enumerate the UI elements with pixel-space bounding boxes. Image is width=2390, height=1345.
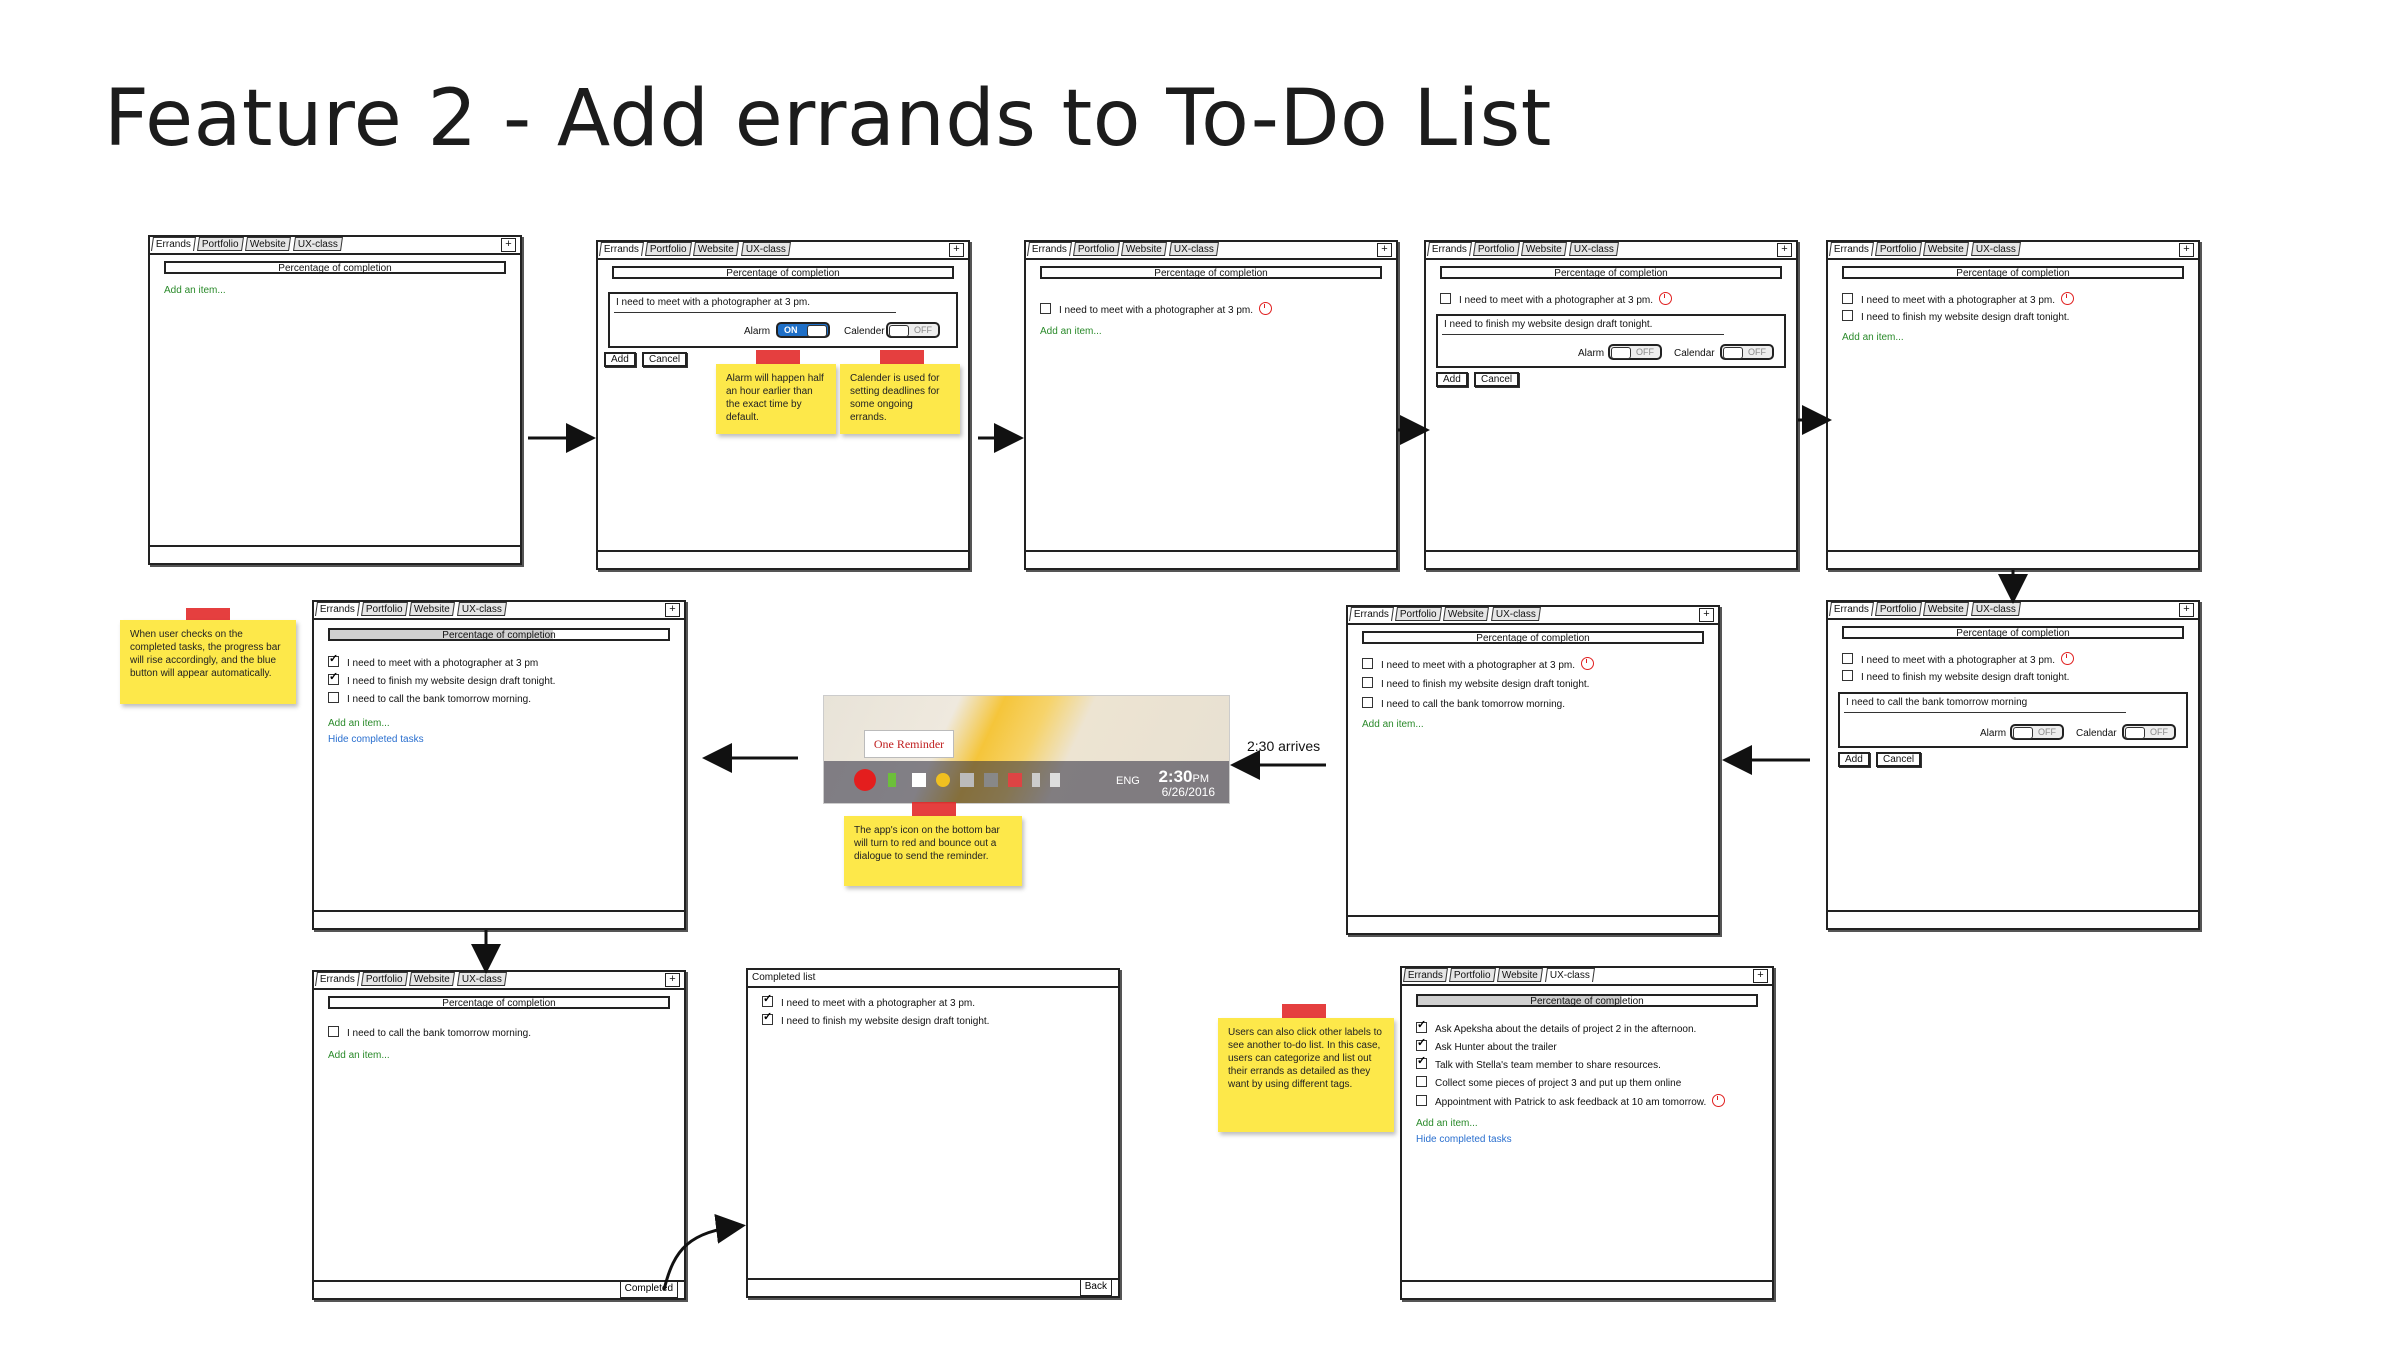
flow-arrows bbox=[471, 405, 2028, 1291]
arrow-completed bbox=[662, 1213, 746, 1291]
